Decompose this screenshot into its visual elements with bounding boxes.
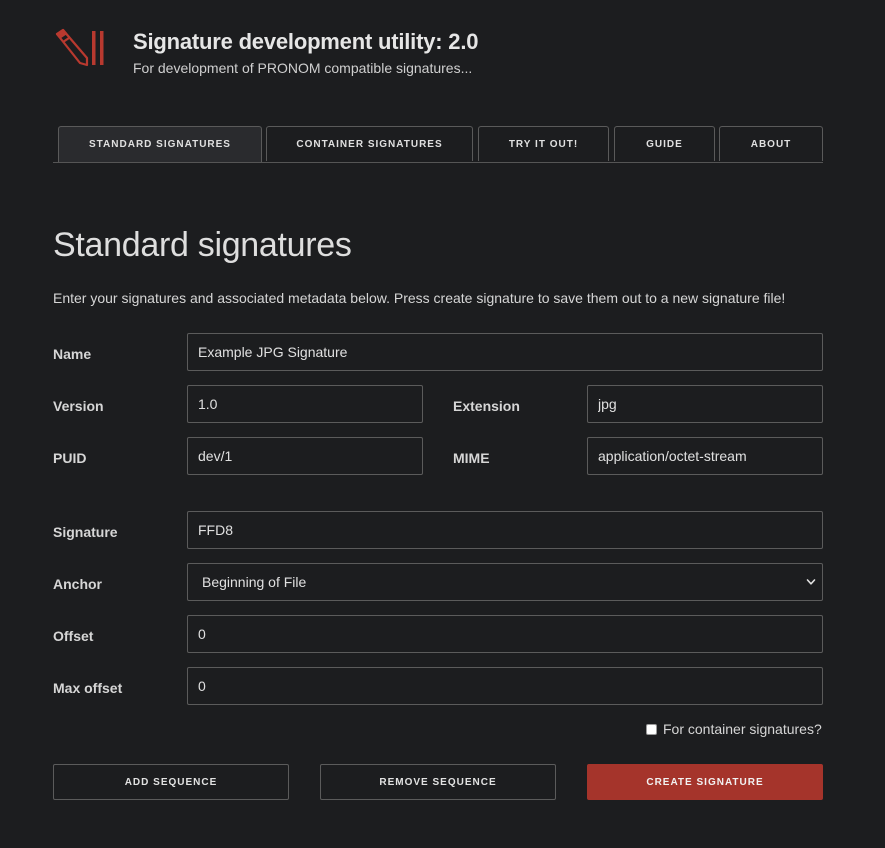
remove-sequence-button[interactable]: Remove sequence (320, 764, 556, 800)
signature-field[interactable] (187, 511, 823, 549)
tab-container-signatures[interactable]: Container signatures (266, 126, 473, 161)
app-subtitle: For development of PRONOM compatible sig… (133, 60, 473, 76)
add-sequence-button[interactable]: Add sequence (53, 764, 289, 800)
puid-label: PUID (53, 450, 87, 466)
tab-bar: Standard signatures Container signatures… (53, 126, 823, 163)
tab-guide[interactable]: Guide (614, 126, 715, 161)
max-offset-label: Max offset (53, 680, 123, 696)
version-label: Version (53, 398, 104, 414)
intro-text: Enter your signatures and associated met… (53, 290, 786, 306)
app-title: Signature development utility: 2.0 (133, 29, 479, 54)
container-signatures-checkbox[interactable] (646, 723, 657, 735)
app-logo (53, 28, 109, 68)
mime-label: MIME (453, 450, 490, 466)
tab-standard-signatures[interactable]: Standard signatures (58, 126, 262, 162)
anchor-label: Anchor (53, 576, 102, 592)
container-signatures-label[interactable]: For container signatures? (663, 721, 822, 737)
tab-about[interactable]: About (719, 126, 823, 161)
create-signature-button[interactable]: Create signature (587, 764, 823, 800)
offset-field[interactable] (187, 615, 823, 653)
chevron-down-icon (806, 579, 816, 585)
extension-label: Extension (453, 398, 520, 414)
container-signatures-option: For container signatures? (646, 721, 822, 737)
name-label: Name (53, 346, 92, 362)
max-offset-field[interactable] (187, 667, 823, 705)
extension-field[interactable] (587, 385, 823, 423)
anchor-select[interactable]: Beginning of File (187, 563, 823, 601)
page-title: Standard signatures (53, 226, 352, 264)
signature-label: Signature (53, 524, 118, 540)
puid-field[interactable] (187, 437, 423, 475)
mime-field[interactable] (587, 437, 823, 475)
name-field[interactable] (187, 333, 823, 371)
version-field[interactable] (187, 385, 423, 423)
anchor-select-value: Beginning of File (202, 574, 307, 590)
offset-label: Offset (53, 628, 94, 644)
pencil-logo-icon (55, 28, 104, 67)
tab-try-it-out[interactable]: Try it out! (478, 126, 609, 161)
